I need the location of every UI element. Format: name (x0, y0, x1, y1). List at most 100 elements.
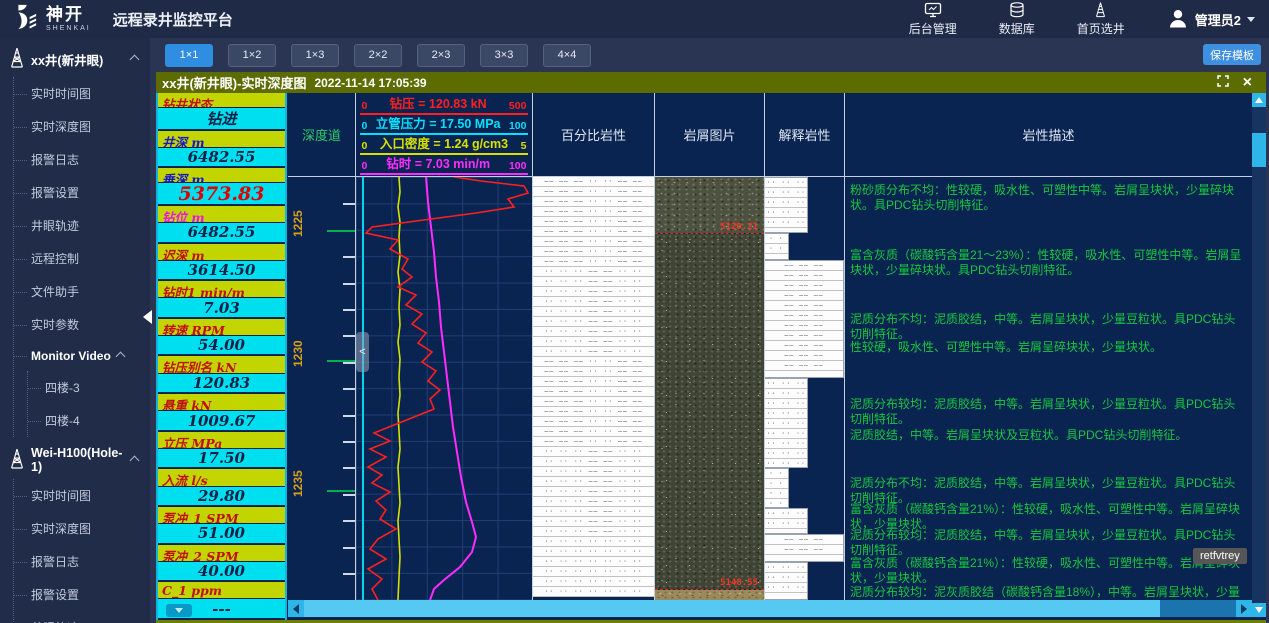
sidebar-item[interactable]: 实时参数 (14, 308, 150, 341)
parameter-row: 钻时1 min/m7.03 (158, 281, 285, 319)
lithology-description-text: 粉砂质分布不均：性较硬，吸水性、可塑性中等。岩屑呈块状，少量碎块状。具PDC钻头… (850, 183, 1242, 213)
layout-button-1x3[interactable]: 1×3 (291, 44, 339, 67)
layout-button-4x4[interactable]: 4×4 (543, 44, 591, 67)
user-name: 管理员2 (1195, 10, 1241, 29)
parameter-value: --- (158, 599, 285, 620)
depth-minor-tick (343, 547, 355, 549)
curve-scale-label: 入口密度 = 1.24 g/cm3 (380, 133, 508, 152)
scroll-right-icon[interactable] (1236, 600, 1252, 617)
chevron-down-icon (1247, 17, 1255, 22)
sidebar-item[interactable]: 井眼轨迹 (14, 611, 150, 623)
cuttings-photo-track: 岩屑图片 5120.215148.55 (655, 93, 765, 600)
layout-button-3x3[interactable]: 3×3 (480, 44, 528, 67)
sidebar-item[interactable]: 报警日志 (14, 143, 150, 176)
save-template-button[interactable]: 保存模板 (1203, 44, 1261, 65)
sidebar-item[interactable]: 文件助手 (14, 275, 150, 308)
depth-minor-tick (343, 388, 355, 390)
sidebar-item-monitor-video[interactable]: Monitor Video (14, 341, 150, 371)
monitor-icon (924, 2, 942, 21)
parameter-dropdown-button[interactable] (166, 604, 192, 617)
sidebar-item[interactable]: 报警日志 (14, 545, 150, 578)
parameter-label: 立压 MPa (158, 432, 285, 449)
scroll-up-icon[interactable] (1252, 93, 1266, 107)
lithology-pattern-row: —— —— —— ·· ·· —— —— (533, 387, 654, 397)
brand-logo: 神开 SHENKAI (10, 3, 91, 36)
lithology-pattern-row: —— —— —— ·· ·· —— —— (533, 197, 654, 207)
depth-minor-tick (343, 203, 355, 205)
sidebar-item[interactable]: 井眼轨迹 (14, 209, 150, 242)
curve-track-header: 0钻压 = 120.83 kN5000立管压力 = 17.50 MPa1000入… (356, 93, 532, 177)
horizontal-scrollbar[interactable] (288, 600, 1252, 617)
maximize-icon[interactable] (1217, 74, 1229, 92)
sidebar-item-camera[interactable]: 四楼-3 (28, 371, 150, 404)
scroll-down-icon[interactable] (1252, 603, 1266, 617)
user-menu[interactable]: 管理员2 (1167, 7, 1255, 32)
interp-lithology-segment: · ·· · (765, 233, 789, 260)
sidebar-item[interactable]: 报警设置 (14, 176, 150, 209)
panel-title: xx井(新井眼)-实时深度图 (162, 73, 306, 92)
parameter-value: 5373.83 (158, 183, 285, 206)
lithology-pattern-row: ·· ·· ·· —— —— ·· ·· (533, 517, 654, 527)
parameter-label: 钻时1 min/m (158, 281, 285, 298)
parameter-label: 悬重 kN (158, 394, 285, 411)
lithology-pattern-row: —— —— —— ·· ·· —— —— (533, 237, 654, 247)
parameter-value: 17.50 (158, 449, 285, 470)
sidebar-collapse-handle[interactable] (143, 310, 152, 324)
vertical-scrollbar[interactable] (1252, 93, 1266, 617)
sidebar-well-1[interactable]: Wei-H100(Hole-1) (0, 437, 150, 479)
depth-track-header: 深度道 (288, 93, 355, 177)
depth-track: 深度道 122512301235 (288, 93, 356, 600)
layout-button-1x1[interactable]: 1×1 (165, 44, 213, 67)
curve-scale-max: 100 (509, 160, 527, 172)
collapse-caret-icon (130, 455, 140, 465)
layout-button-2x2[interactable]: 2×2 (354, 44, 402, 67)
layout-button-1x2[interactable]: 1×2 (228, 44, 276, 67)
depth-major-tick (327, 360, 355, 362)
lithology-pattern-row: ·· ·· ·· —— —— ·· ·· (533, 337, 654, 347)
lithology-pattern-row: —— —— —— ·· ·· —— —— (533, 437, 654, 447)
lithology-description-track: 岩性描述 粉砂质分布不均：性较硬，吸水性、可塑性中等。岩屑呈块状，少量碎块状。具… (845, 93, 1252, 600)
depth-minor-tick (343, 415, 355, 417)
parameter-label: 垂深 m (158, 168, 285, 183)
scroll-left-icon[interactable] (288, 600, 304, 617)
parameter-row: 井深 m6482.55 (158, 131, 285, 169)
lithology-pattern-row: ·· ·· ·· ·· ·· ·· ·· (533, 537, 654, 547)
percent-lithology-track: 百分比岩性 —— —— —— ·· ·· —— ———— —— —— ·· ··… (533, 93, 655, 600)
hover-tooltip: retfvtrey (1193, 548, 1247, 564)
horizontal-scroll-thumb[interactable] (304, 600, 1160, 617)
curve-scale-min: 0 (362, 100, 368, 112)
sidebar-item[interactable]: 报警设置 (14, 578, 150, 611)
track-collapse-handle[interactable]: < (356, 332, 369, 372)
interp-lithology-segment: ·· ·· ···· ·· ···· ·· ·· (765, 562, 808, 600)
topbar-menu-1[interactable]: 后台管理 (909, 2, 957, 35)
topbar-menu-3[interactable]: 首页选井 (1077, 2, 1125, 35)
collapse-caret-icon (115, 351, 125, 361)
interp-lithology-segment: ·· ·· ···· ·· ·· (765, 508, 808, 534)
lithology-description-text: 泥质胶结，中等。岩屑呈块状及豆粒状。具PDC钻头切削特征。 (850, 428, 1242, 443)
layout-button-2x3[interactable]: 2×3 (417, 44, 465, 67)
curves-plot (356, 177, 532, 600)
lithology-description-text: 富含灰质（碳酸钙含量21～23%）：性较硬，吸水性、可塑性中等。岩屑呈块状，少量… (850, 248, 1242, 278)
lithology-pattern-row: ·· ·· ·· ·· ·· ·· ·· (533, 557, 654, 567)
sidebar-item[interactable]: 实时深度图 (14, 110, 150, 143)
parameter-label: C_1 ppm (158, 582, 285, 599)
sidebar-item-camera[interactable]: 四楼-4 (28, 404, 150, 437)
close-icon[interactable]: × (1243, 75, 1252, 91)
sidebar-item[interactable]: 实时时间图 (14, 479, 150, 512)
app-root: 神开 SHENKAI 远程录井监控平台 后台管理数据库首页选井 管理员2 xx井… (0, 0, 1269, 623)
topbar-menu-2[interactable]: 数据库 (999, 2, 1035, 35)
vertical-scroll-thumb[interactable] (1252, 133, 1266, 167)
lithology-pattern-row: —— —— —— ·· ·· —— —— (533, 357, 654, 367)
database-icon (1009, 2, 1025, 21)
depth-minor-tick (343, 335, 355, 337)
parameter-label: 泵冲_1 SPM (158, 507, 285, 524)
parameter-value: 40.00 (158, 562, 285, 583)
sidebar-well-0[interactable]: xx井(新井眼) (0, 38, 150, 77)
interp-lithology-segment: · ·· ·· ·· · (765, 468, 789, 508)
lithology-pattern-row: ·· ·· ·· —— —— ·· ·· (533, 297, 654, 307)
sidebar-item[interactable]: 远程控制 (14, 242, 150, 275)
sidebar-item[interactable]: 实时时间图 (14, 77, 150, 110)
parameter-column: 钻井状态钻进井深 m6482.55垂深 m5373.83钻位 m6482.55迟… (156, 93, 287, 620)
sidebar-item[interactable]: 实时深度图 (14, 512, 150, 545)
curve-scale-max: 100 (509, 120, 527, 132)
